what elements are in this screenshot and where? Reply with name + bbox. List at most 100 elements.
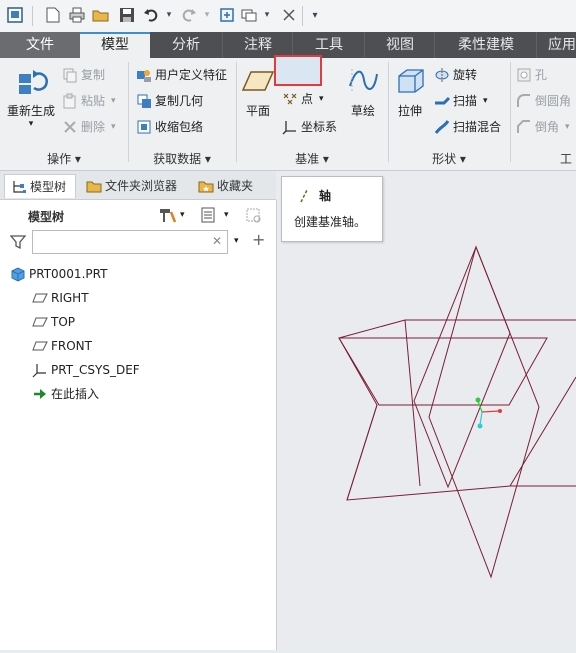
regenerate-button[interactable]: 重新生成 ▾ — [6, 64, 56, 129]
tree-item-label: PRT0001.PRT — [29, 267, 108, 281]
sweep-dropdown-icon[interactable]: ▾ — [483, 96, 488, 106]
copy-button[interactable]: 复制 — [62, 66, 105, 83]
tab-view[interactable]: 视图 — [364, 32, 435, 58]
regenerate-dropdown-icon[interactable]: ▾ — [6, 119, 56, 129]
save-icon[interactable] — [118, 6, 136, 24]
plane-button[interactable]: 平面 — [240, 64, 276, 119]
hole-icon — [516, 67, 532, 83]
datum-plane-icon — [32, 290, 48, 306]
sketch-label: 草绘 — [350, 104, 375, 118]
favorites-icon — [198, 178, 214, 194]
hole-button[interactable]: 孔 — [516, 66, 547, 83]
paste-button[interactable]: 粘贴 ▾ — [62, 92, 116, 109]
shrinkwrap-button[interactable]: 收缩包络 — [136, 118, 203, 135]
swept-blend-label: 扫描混合 — [453, 120, 502, 134]
point-dropdown-icon[interactable]: ▾ — [319, 94, 324, 104]
tab-model-tree[interactable]: 模型树 — [4, 174, 76, 198]
copy-geometry-icon — [136, 93, 152, 109]
undo-dropdown-icon[interactable]: ▾ — [160, 6, 178, 24]
revolve-button[interactable]: 旋转 — [434, 66, 477, 83]
point-button[interactable]: 点 ▾ — [282, 90, 324, 107]
windows-icon[interactable] — [240, 6, 258, 24]
datum-plane-front — [338, 319, 576, 501]
windows-dropdown-icon[interactable]: ▾ — [258, 6, 276, 24]
tab-folder-browser[interactable]: 文件夹浏览器 — [80, 174, 188, 198]
filter-icon[interactable] — [9, 234, 27, 253]
search-clear-icon[interactable]: ✕ — [212, 234, 222, 248]
tree-settings-icon[interactable] — [158, 206, 178, 227]
open-folder-icon[interactable] — [92, 6, 110, 24]
redo-icon[interactable] — [180, 6, 198, 24]
tree-item-part[interactable]: PRT0001.PRT — [10, 264, 107, 284]
extrude-icon — [393, 64, 427, 98]
search-dropdown-icon[interactable]: ▾ — [234, 236, 239, 246]
print-icon[interactable] — [68, 6, 86, 24]
extrude-button[interactable]: 拉伸 — [392, 64, 428, 119]
new-file-icon[interactable] — [44, 6, 62, 24]
tree-item-right[interactable]: RIGHT — [32, 288, 89, 308]
axis-tooltip: 轴 创建基准轴。 — [281, 176, 383, 242]
group-label-get-data[interactable]: 获取数据 ▾ — [129, 150, 235, 166]
redo-dropdown-icon[interactable]: ▾ — [198, 6, 216, 24]
coordinate-system-button[interactable]: 坐标系 — [282, 118, 337, 135]
insert-arrow-icon — [32, 386, 48, 402]
delete-button[interactable]: 删除 ▾ — [62, 118, 116, 135]
tab-file[interactable]: 文件 — [0, 32, 80, 58]
tree-columns-icon[interactable] — [200, 206, 216, 227]
extrude-label: 拉伸 — [397, 104, 422, 118]
datum-planes-drawing — [338, 245, 576, 579]
sketch-button[interactable]: 草绘 — [344, 64, 382, 119]
copy-geometry-button[interactable]: 复制几何 — [136, 92, 203, 109]
chamfer-dropdown-icon[interactable]: ▾ — [565, 122, 570, 132]
tree-item-insert-here[interactable]: 在此插入 — [32, 384, 99, 404]
round-button[interactable]: 倒圆角 — [516, 92, 571, 109]
model-tree-panel: 模型树 ▾ ▾ ✕ ▾ + PRT0001.PRT RIGHT TOP FRON… — [0, 200, 277, 650]
tree-filter-disabled-icon[interactable] — [244, 206, 264, 227]
delete-dropdown-icon[interactable]: ▾ — [111, 122, 116, 132]
add-filter-icon[interactable]: + — [252, 230, 265, 249]
graphics-viewport[interactable] — [277, 171, 576, 650]
tree-search-input[interactable] — [32, 230, 228, 254]
swept-blend-button[interactable]: 扫描混合 — [434, 118, 501, 135]
tree-item-csys[interactable]: PRT_CSYS_DEF — [32, 360, 140, 380]
paste-label: 粘贴 — [81, 94, 106, 108]
user-defined-feature-button[interactable]: 用户定义特征 — [136, 66, 227, 83]
tab-model[interactable]: 模型 — [80, 32, 150, 58]
tab-analysis[interactable]: 分析 — [150, 32, 222, 58]
chamfer-button[interactable]: 倒角 ▾ — [516, 118, 570, 135]
tree-item-label: 在此插入 — [51, 387, 100, 401]
regenerate-icon — [14, 64, 48, 98]
group-label-shapes[interactable]: 形状 ▾ — [389, 150, 509, 166]
tooltip-description: 创建基准轴。 — [294, 215, 367, 229]
shrinkwrap-label: 收缩包络 — [155, 120, 204, 134]
plane-label: 平面 — [245, 104, 270, 118]
group-label-datum[interactable]: 基准 ▾ — [237, 150, 387, 166]
tree-item-front[interactable]: FRONT — [32, 336, 92, 356]
sweep-button[interactable]: 扫描 ▾ — [434, 92, 488, 109]
group-label-engineering[interactable]: 工 — [560, 150, 576, 166]
datum-plane-icon — [241, 64, 275, 98]
sweep-icon — [434, 93, 451, 109]
quick-access-toolbar: ▾ ▾ ▾ ▾ — [0, 0, 576, 33]
customize-toolbar-icon[interactable]: ▾ — [306, 6, 324, 24]
datum-plane-icon — [32, 314, 48, 330]
udf-label: 用户定义特征 — [155, 68, 228, 82]
tooltip-title: 轴 — [319, 189, 332, 203]
tree-columns-dropdown-icon[interactable]: ▾ — [224, 210, 229, 220]
tab-applications[interactable]: 应用 — [536, 32, 576, 58]
tab-flexible-modeling[interactable]: 柔性建模 — [434, 32, 537, 58]
tree-item-top[interactable]: TOP — [32, 312, 75, 332]
tab-favorites[interactable]: 收藏夹 — [192, 174, 264, 198]
round-icon — [516, 93, 532, 109]
close-window-icon[interactable] — [280, 6, 298, 24]
copy-icon — [62, 67, 78, 83]
regenerate-small-icon[interactable] — [218, 6, 236, 24]
group-label-operations[interactable]: 操作 ▾ — [0, 150, 128, 166]
tab-folder-browser-label: 文件夹浏览器 — [105, 179, 178, 193]
paste-dropdown-icon[interactable]: ▾ — [111, 96, 116, 106]
datum-plane-front-edges — [338, 319, 576, 501]
tree-settings-dropdown-icon[interactable]: ▾ — [180, 210, 185, 220]
app-window-icon[interactable] — [6, 6, 24, 24]
sketch-icon — [346, 64, 380, 98]
undo-icon[interactable] — [142, 6, 160, 24]
